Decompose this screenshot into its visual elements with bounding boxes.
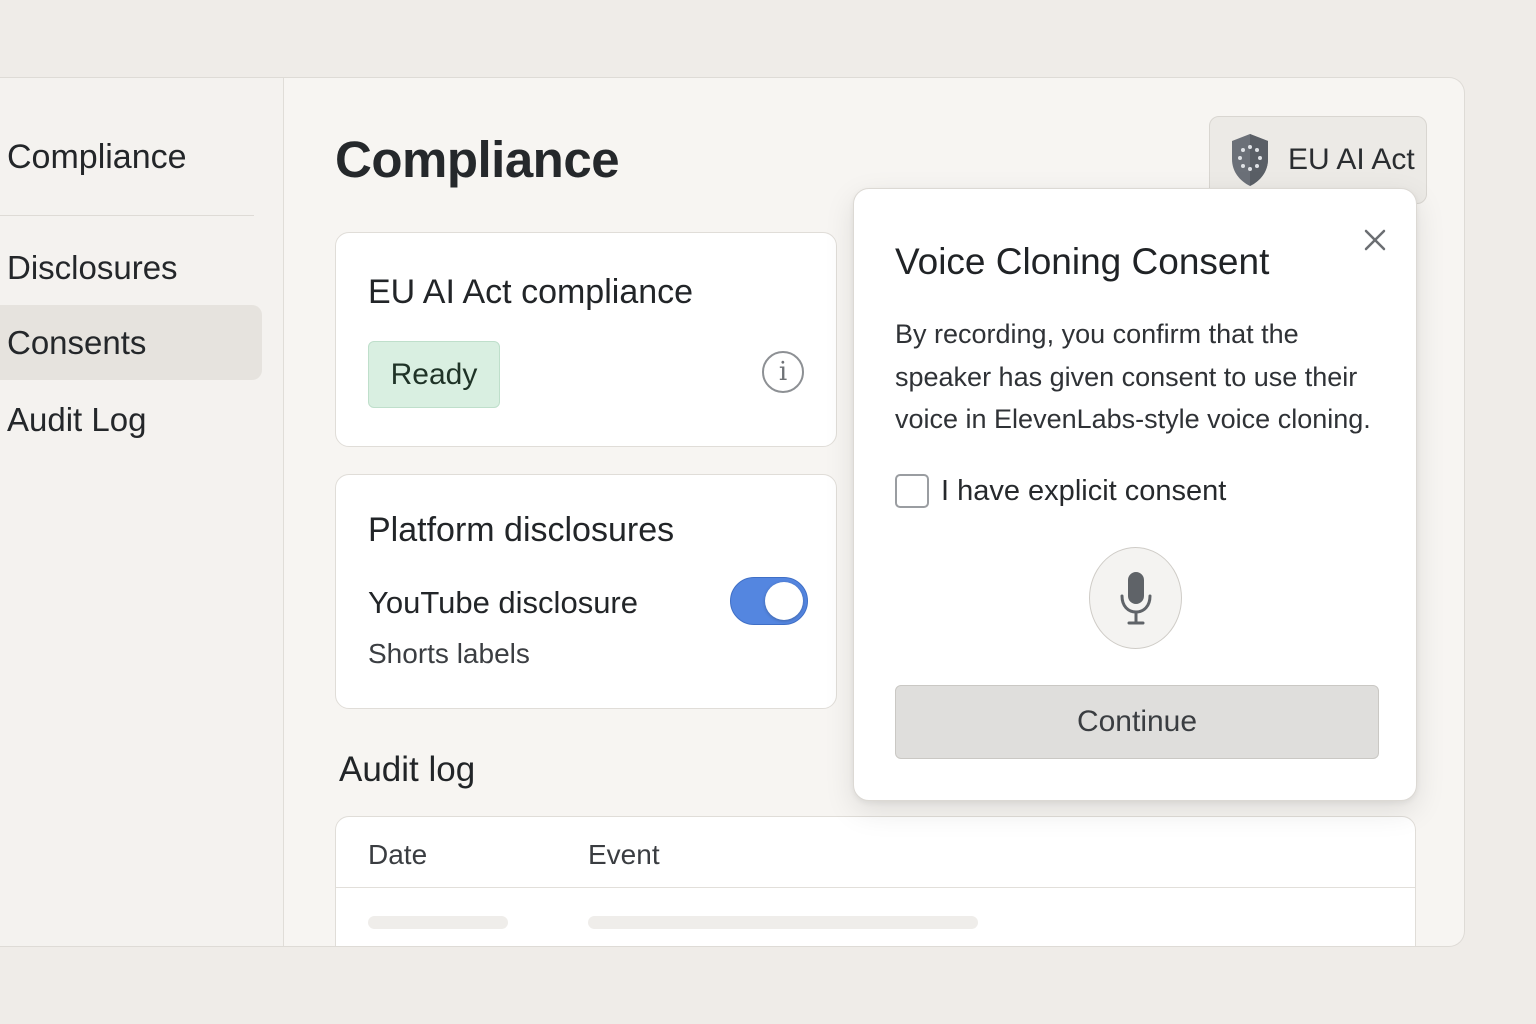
microphone-icon — [1120, 572, 1151, 625]
youtube-disclosure-label: YouTube disclosure — [368, 585, 638, 620]
status-badge: Ready — [368, 341, 500, 408]
consent-checkbox-label[interactable]: I have explicit consent — [941, 475, 1226, 508]
modal-body-text: By recording, you confirm that the speak… — [895, 319, 1371, 434]
continue-button[interactable]: Continue — [895, 685, 1379, 759]
eu-ai-act-badge-label: EU AI Act — [1288, 143, 1415, 176]
info-icon[interactable]: i — [762, 351, 804, 393]
table-row-placeholder-event — [588, 916, 978, 929]
shorts-labels-text: Shorts labels — [368, 638, 530, 669]
table-row-placeholder-date — [368, 916, 508, 929]
table-divider — [336, 887, 1415, 888]
toggle-knob — [765, 582, 803, 620]
sidebar-item-disclosures[interactable]: Disclosures — [0, 230, 262, 305]
consent-row: I have explicit consent — [895, 474, 1226, 508]
consent-checkbox[interactable] — [895, 474, 929, 508]
column-header-event: Event — [588, 839, 660, 870]
sidebar-title: Compliance — [7, 138, 187, 176]
audit-log-table: Date Event — [335, 816, 1416, 946]
ai-act-compliance-card: EU AI Act compliance Ready i — [335, 232, 837, 447]
close-icon[interactable] — [1358, 223, 1392, 257]
sidebar: Compliance Disclosures Consents Audit Lo… — [0, 78, 284, 946]
platform-disclosures-card: Platform disclosures YouTube disclosure … — [335, 474, 837, 709]
shield-icon — [1228, 132, 1272, 188]
sidebar-item-consents[interactable]: Consents — [0, 305, 262, 380]
audit-log-title: Audit log — [339, 750, 476, 789]
sidebar-divider — [0, 215, 254, 216]
record-button[interactable] — [1089, 547, 1182, 649]
platform-card-title: Platform disclosures — [368, 511, 675, 549]
page-title: Compliance — [335, 131, 620, 188]
youtube-disclosure-toggle[interactable] — [730, 577, 808, 625]
column-header-date: Date — [368, 839, 428, 870]
voice-consent-modal: Voice Cloning Consent By recording, you … — [853, 188, 1417, 801]
ai-act-card-title: EU AI Act compliance — [368, 273, 694, 311]
sidebar-item-audit-log[interactable]: Audit Log — [0, 382, 262, 457]
modal-title: Voice Cloning Consent — [895, 241, 1270, 282]
